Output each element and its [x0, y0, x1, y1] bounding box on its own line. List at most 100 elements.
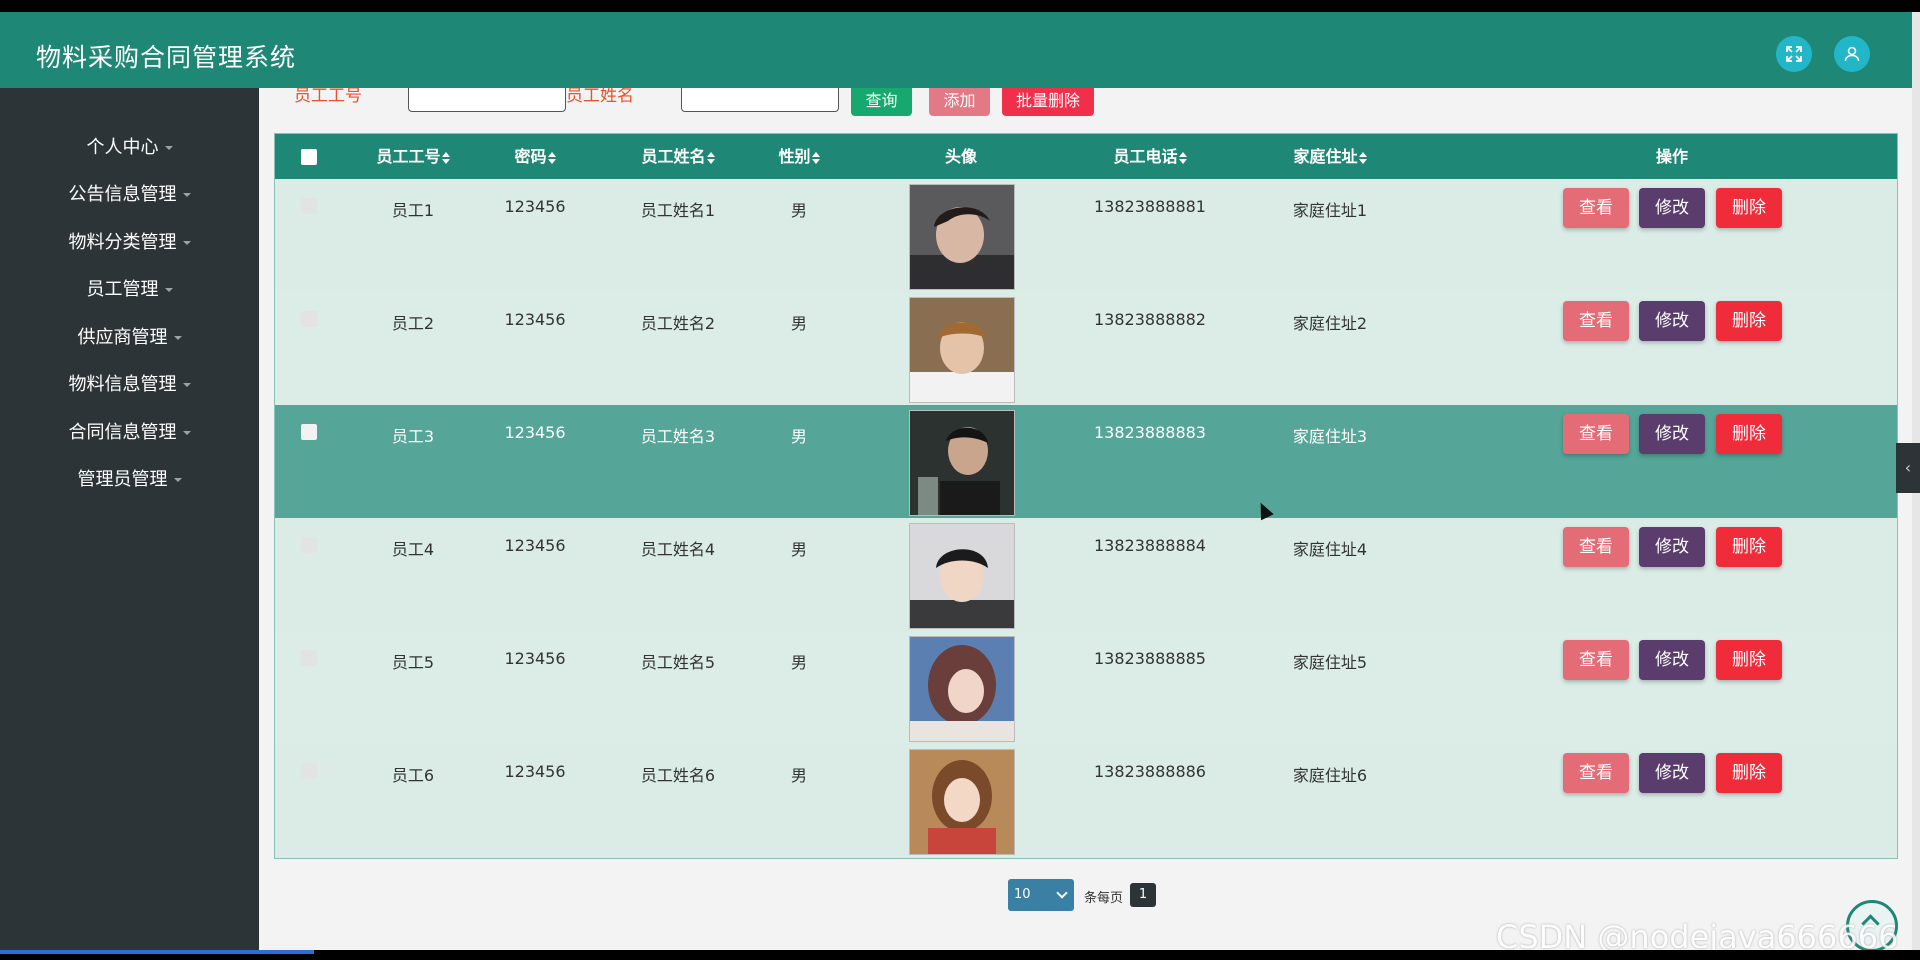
sidebar-item-label: 物料分类管理	[68, 232, 177, 253]
table-row[interactable]: 员工6 123456 员工姓名6 男 13823888886 家庭住址6 查看 …	[275, 744, 1897, 857]
user-icon[interactable]	[1834, 36, 1870, 72]
edit-button[interactable]: 修改	[1639, 640, 1705, 680]
sidebar-item-label: 物料信息管理	[68, 374, 177, 395]
table-row[interactable]: 员工2 123456 员工姓名2 男 13823888882 家庭住址2 查看 …	[275, 292, 1897, 405]
table-row[interactable]: 员工3 123456 员工姓名3 男 13823888883 家庭住址3 查看 …	[275, 405, 1897, 518]
col-employee-name[interactable]: 员工姓名	[623, 134, 733, 179]
avatar	[909, 184, 1015, 290]
sidebar-item-employee[interactable]: 员工管理	[0, 275, 259, 301]
view-button[interactable]: 查看	[1563, 527, 1629, 567]
table-header: 员工工号 密码 员工姓名 性别 头像 员工电话 家庭住址 操作	[275, 134, 1897, 179]
col-label: 家庭住址	[1293, 147, 1358, 166]
cell-employee-id: 员工6	[391, 766, 435, 785]
col-phone[interactable]: 员工电话	[1080, 134, 1220, 179]
page-number-button[interactable]: 1	[1130, 883, 1156, 907]
sort-icon	[811, 151, 820, 164]
delete-button[interactable]: 删除	[1716, 188, 1782, 228]
cell-address: 家庭住址4	[1292, 540, 1368, 559]
sidebar-item-label: 员工管理	[86, 279, 159, 300]
sidebar-item-admin[interactable]: 管理员管理	[0, 465, 259, 491]
delete-button[interactable]: 删除	[1716, 640, 1782, 680]
sidebar-item-notice[interactable]: 公告信息管理	[0, 180, 259, 206]
row-checkbox[interactable]	[301, 650, 317, 666]
table-row[interactable]: 员工1 123456 员工姓名1 男 13823888881 家庭住址1 查看 …	[275, 179, 1897, 292]
edit-button[interactable]: 修改	[1639, 301, 1705, 341]
sidebar-item-material-category[interactable]: 物料分类管理	[0, 228, 259, 254]
col-password[interactable]: 密码	[495, 134, 575, 179]
edit-button[interactable]: 修改	[1639, 188, 1705, 228]
sidebar-item-label: 个人中心	[86, 137, 159, 158]
employee-table: 员工工号 密码 员工姓名 性别 头像 员工电话 家庭住址 操作 员工1 1234…	[274, 133, 1898, 859]
sort-icon	[1178, 151, 1187, 164]
view-button[interactable]: 查看	[1563, 414, 1629, 454]
edit-button[interactable]: 修改	[1639, 414, 1705, 454]
col-label: 员工电话	[1113, 147, 1178, 166]
edit-button[interactable]: 修改	[1639, 753, 1705, 793]
delete-button[interactable]: 删除	[1716, 527, 1782, 567]
delete-button[interactable]: 删除	[1716, 301, 1782, 341]
cell-phone: 13823888885	[1094, 649, 1206, 668]
sort-icon	[547, 151, 556, 164]
cell-phone: 13823888883	[1094, 423, 1206, 442]
edit-button[interactable]: 修改	[1639, 527, 1705, 567]
cell-password: 123456	[504, 197, 566, 216]
table-row[interactable]: 员工4 123456 员工姓名4 男 13823888884 家庭住址4 查看 …	[275, 518, 1897, 631]
avatar	[909, 410, 1015, 516]
col-employee-id[interactable]: 员工工号	[358, 134, 468, 179]
cell-gender: 男	[790, 201, 807, 220]
row-checkbox[interactable]	[301, 537, 317, 553]
chevron-down-icon	[173, 336, 182, 340]
cell-password: 123456	[504, 762, 566, 781]
table-row[interactable]: 员工5 123456 员工姓名5 男 13823888885 家庭住址5 查看 …	[275, 631, 1897, 744]
chevron-down-icon	[1056, 887, 1068, 899]
sidebar-item-contract[interactable]: 合同信息管理	[0, 418, 259, 444]
select-all-checkbox[interactable]	[301, 149, 317, 165]
cell-phone: 13823888882	[1094, 310, 1206, 329]
cell-phone: 13823888886	[1094, 762, 1206, 781]
sidebar: 个人中心 公告信息管理 物料分类管理 员工管理 供应商管理 物料信息管理 合同信…	[0, 88, 259, 950]
avatar	[909, 297, 1015, 403]
chevron-down-icon	[182, 383, 191, 387]
fullscreen-icon[interactable]	[1776, 36, 1812, 72]
cell-employee-id: 员工2	[391, 314, 435, 333]
row-checkbox[interactable]	[301, 198, 317, 214]
delete-button[interactable]: 删除	[1716, 414, 1782, 454]
avatar	[909, 636, 1015, 742]
col-label: 性别	[778, 147, 811, 166]
chevron-left-icon[interactable]: ‹	[1896, 443, 1920, 493]
cell-password: 123456	[504, 423, 566, 442]
cell-address: 家庭住址2	[1292, 314, 1368, 333]
cell-employee-name: 员工姓名6	[640, 766, 716, 785]
row-checkbox[interactable]	[301, 311, 317, 327]
row-checkbox[interactable]	[301, 424, 317, 440]
page-size-select[interactable]: 10	[1008, 879, 1074, 911]
sidebar-item-label: 合同信息管理	[68, 422, 177, 443]
cell-gender: 男	[790, 314, 807, 333]
cell-employee-id: 员工1	[391, 201, 435, 220]
col-gender[interactable]: 性别	[759, 134, 839, 179]
sidebar-item-supplier[interactable]: 供应商管理	[0, 323, 259, 349]
cell-gender: 男	[790, 540, 807, 559]
row-checkbox[interactable]	[301, 763, 317, 779]
delete-button[interactable]: 删除	[1716, 753, 1782, 793]
cell-password: 123456	[504, 536, 566, 555]
cell-phone: 13823888881	[1094, 197, 1206, 216]
view-button[interactable]: 查看	[1563, 640, 1629, 680]
view-button[interactable]: 查看	[1563, 753, 1629, 793]
col-address[interactable]: 家庭住址	[1270, 134, 1390, 179]
chevron-down-icon	[164, 146, 173, 150]
col-label: 密码	[514, 147, 547, 166]
chevron-down-icon	[182, 193, 191, 197]
col-label: 员工工号	[376, 147, 441, 166]
col-label: 员工姓名	[641, 147, 706, 166]
avatar	[909, 749, 1015, 855]
sort-icon	[706, 151, 715, 164]
col-actions: 操作	[1655, 147, 1688, 166]
app-title: 物料采购合同管理系统	[36, 43, 297, 72]
cell-employee-name: 员工姓名1	[640, 201, 716, 220]
chevron-down-icon	[164, 288, 173, 292]
sidebar-item-personal-center[interactable]: 个人中心	[0, 133, 259, 159]
view-button[interactable]: 查看	[1563, 301, 1629, 341]
view-button[interactable]: 查看	[1563, 188, 1629, 228]
sidebar-item-material-info[interactable]: 物料信息管理	[0, 370, 259, 396]
